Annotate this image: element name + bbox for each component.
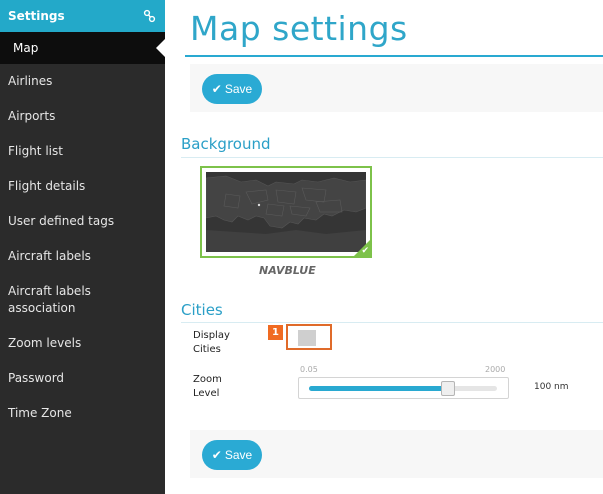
save-button-label: Save	[224, 82, 253, 96]
sidebar-item-label: Flight list	[8, 144, 63, 158]
display-cities-label: Display Cities	[193, 330, 230, 355]
sidebar-item-label: User defined tags	[8, 214, 115, 228]
page-title: Map settings	[190, 9, 408, 48]
background-section-line	[181, 157, 603, 158]
settings-icon[interactable]	[141, 0, 157, 32]
sidebar-item-password[interactable]: Password	[0, 361, 165, 396]
display-cities-toggle[interactable]	[286, 324, 332, 350]
background-section-title: Background	[181, 135, 271, 153]
sidebar-item-label: Aircraft labels association	[8, 284, 91, 315]
sidebar-item-flight-details[interactable]: Flight details	[0, 169, 165, 204]
zoom-level-value: 100 nm	[534, 382, 569, 392]
sidebar-item-label: Password	[8, 371, 65, 385]
save-button-label: Save	[224, 448, 253, 462]
save-button-bottom[interactable]: ✔ Save	[202, 440, 262, 470]
sidebar-item-label: Flight details	[8, 179, 86, 193]
slider-fill	[309, 386, 445, 391]
main-content: Map settings ✔ Save Background ✔ NAVBLUE…	[165, 0, 603, 494]
sidebar-item-airlines[interactable]: Airlines	[0, 64, 165, 99]
sidebar-item-airports[interactable]: Airports	[0, 99, 165, 134]
zoom-min-label: 0.05	[300, 365, 318, 374]
sidebar-item-flight-list[interactable]: Flight list	[0, 134, 165, 169]
map-background-name: NAVBLUE	[259, 264, 316, 277]
slider-thumb[interactable]	[441, 381, 456, 396]
check-icon: ✔	[361, 246, 369, 256]
check-icon: ✔	[211, 82, 222, 96]
map-background-option-navblue[interactable]: ✔	[200, 166, 372, 258]
slider-track	[309, 386, 497, 391]
sidebar-item-zoom-levels[interactable]: Zoom levels	[0, 326, 165, 361]
sidebar-item-map[interactable]: Map	[0, 32, 165, 64]
check-icon: ✔	[211, 448, 222, 462]
save-button-top[interactable]: ✔ Save	[202, 74, 262, 104]
sidebar-item-label: Zoom levels	[8, 336, 82, 350]
sidebar-item-label: Airlines	[8, 74, 53, 88]
annotation-badge: 1	[268, 325, 283, 340]
zoom-max-label: 2000	[485, 365, 506, 374]
sidebar-item-time-zone[interactable]: Time Zone	[0, 396, 165, 431]
sidebar-item-label: Airports	[8, 109, 56, 123]
zoom-level-label: Zoom Level	[193, 374, 222, 399]
sidebar-header-settings[interactable]: Settings	[0, 0, 165, 32]
sidebar-item-aircraft-labels-association[interactable]: Aircraft labels association	[0, 274, 165, 326]
zoom-level-slider[interactable]	[298, 377, 509, 399]
sidebar-item-label: Aircraft labels	[8, 249, 91, 263]
sidebar-item-user-defined-tags[interactable]: User defined tags	[0, 204, 165, 239]
sidebar: Settings Map Airlines Airports Flight li…	[0, 0, 165, 494]
sidebar-item-label: Time Zone	[8, 406, 72, 420]
sidebar-item-aircraft-labels[interactable]: Aircraft labels	[0, 239, 165, 274]
title-underline	[185, 55, 603, 57]
cities-section-title: Cities	[181, 301, 223, 319]
cities-section-line	[181, 322, 603, 323]
toggle-knob	[298, 330, 316, 346]
map-preview-image	[206, 172, 366, 252]
sidebar-item-label: Map	[13, 41, 39, 55]
sidebar-header-label: Settings	[8, 9, 65, 23]
